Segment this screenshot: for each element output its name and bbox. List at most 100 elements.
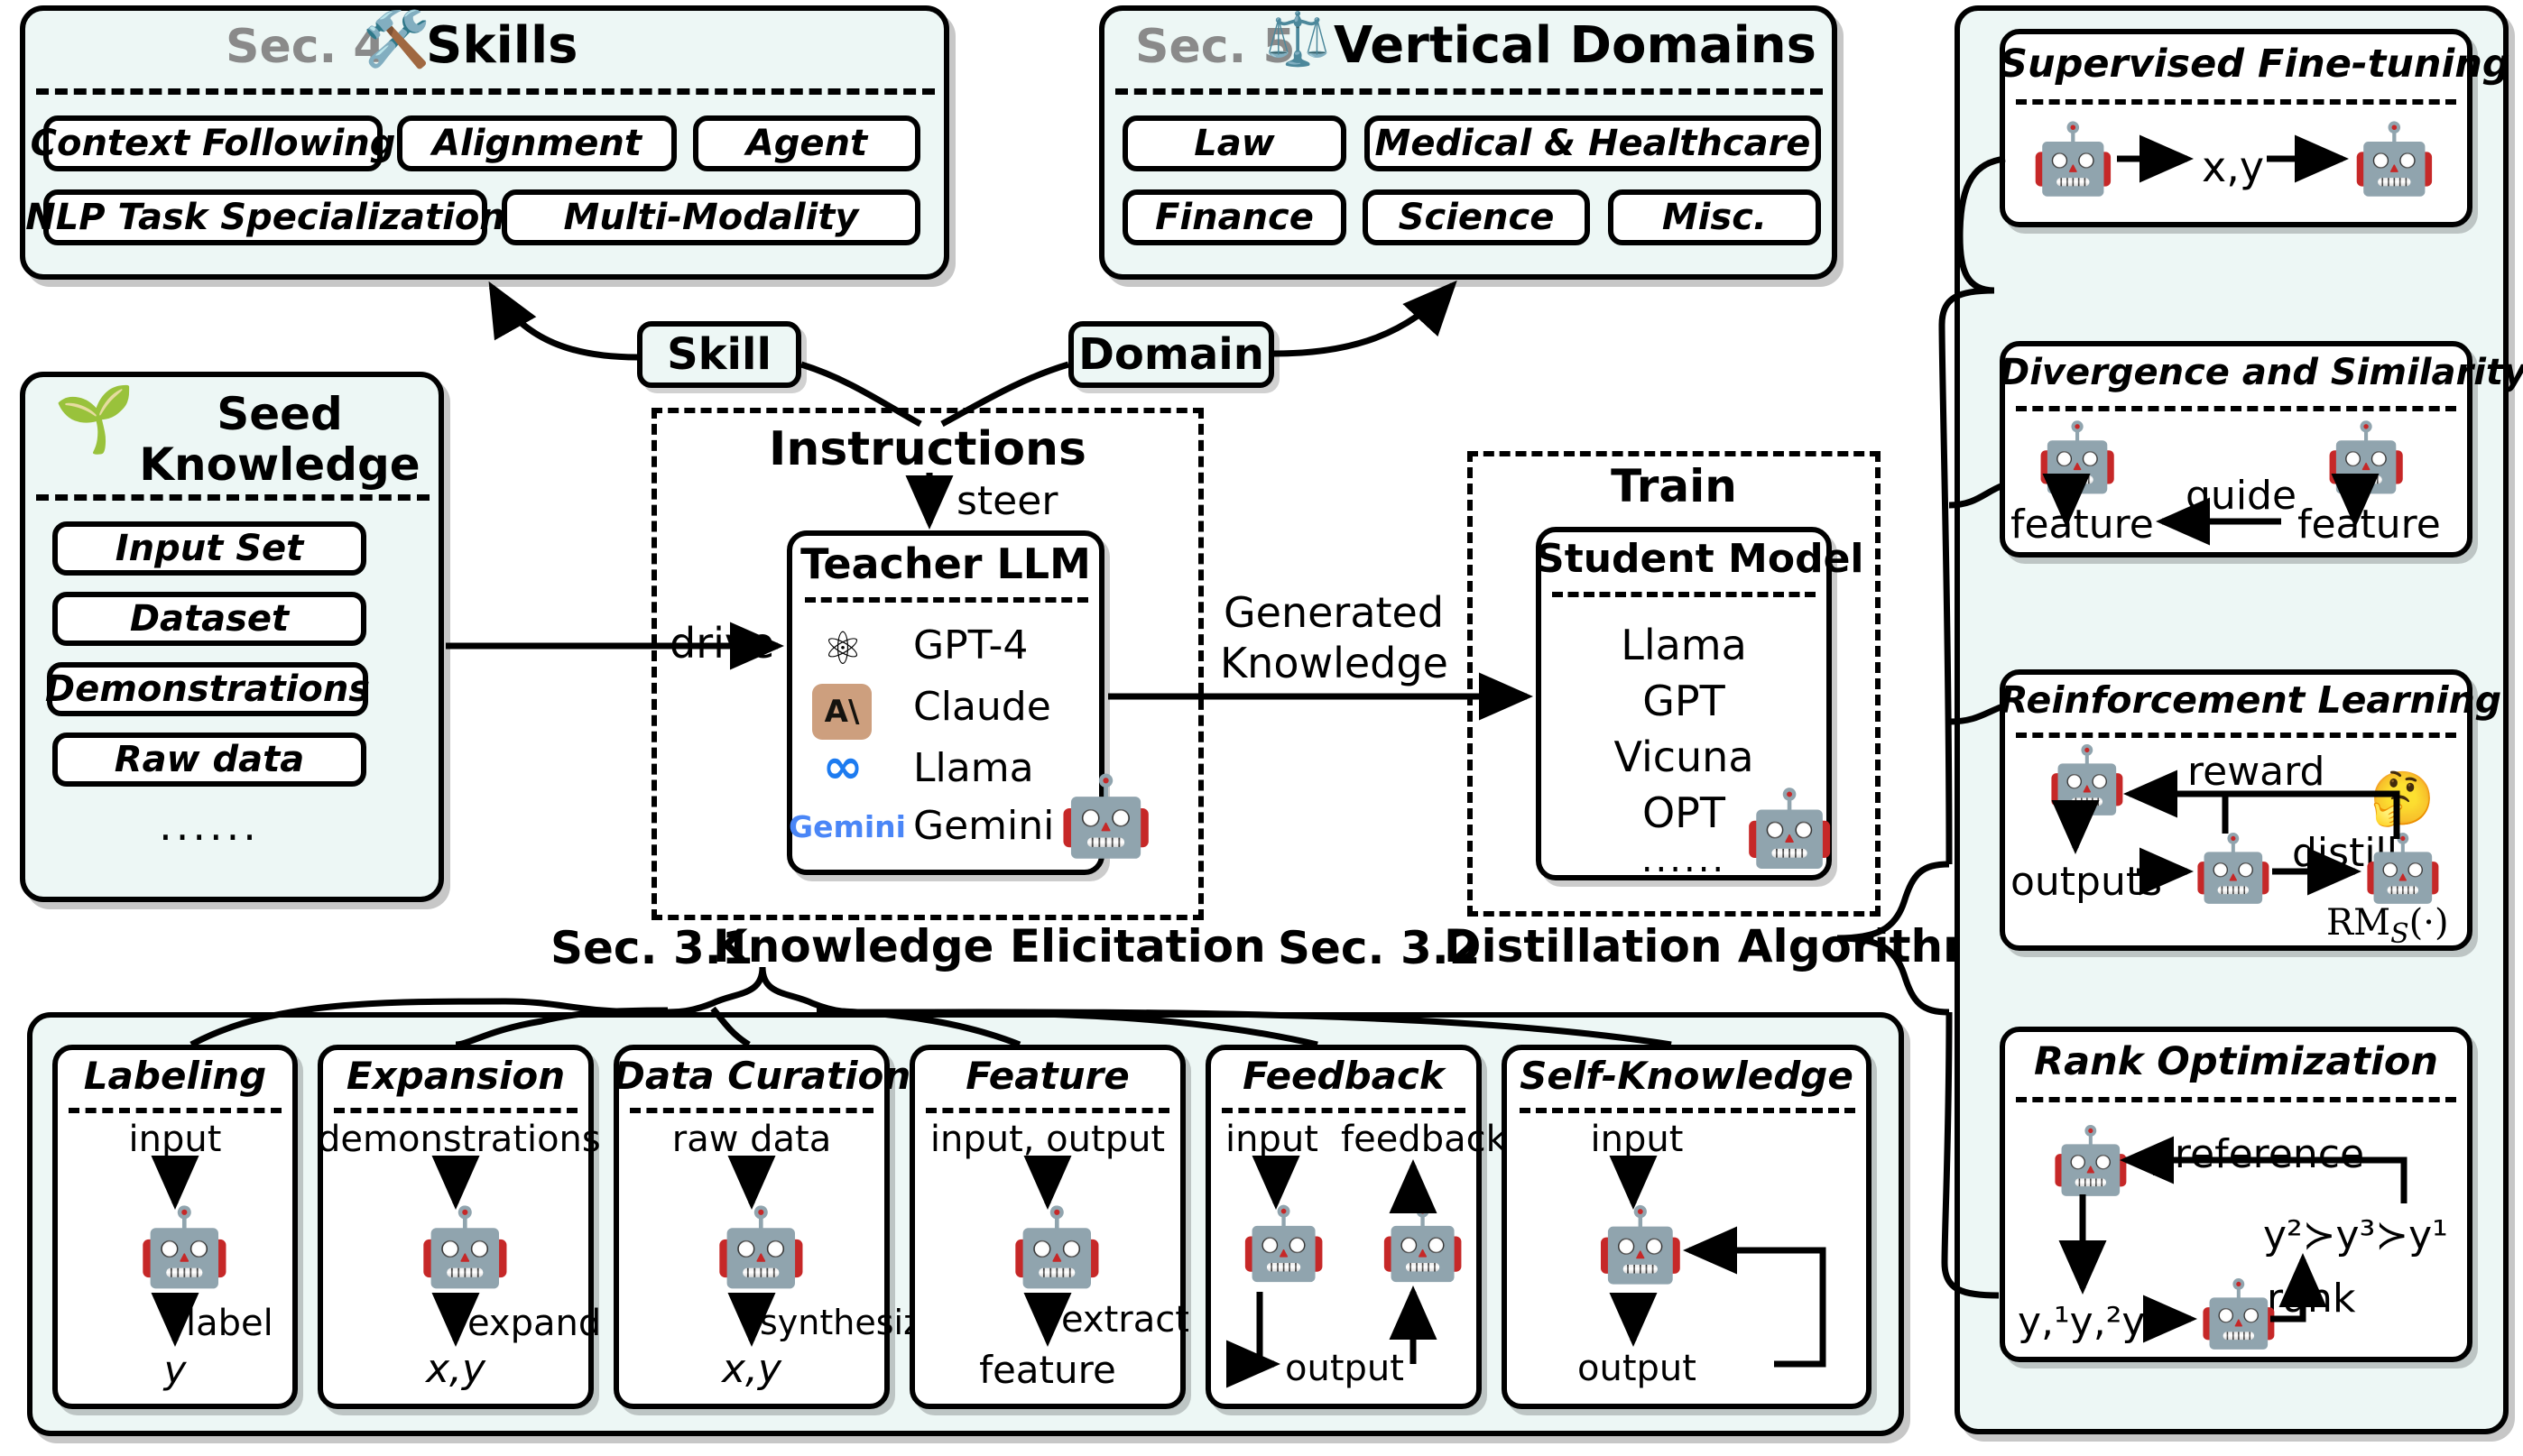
arrow-domain-to-domains: [1273, 280, 1457, 357]
rm-subscript: S: [2390, 918, 2409, 950]
skill-item-nlp-task-specialization[interactable]: NLP Task Specialization: [25, 189, 505, 245]
meta-logo: ∞: [822, 737, 864, 795]
skills-title: Skills: [426, 16, 578, 75]
algo-label-sft-xy: x,y: [2202, 143, 2265, 191]
skill-item-context-following[interactable]: Context Following: [31, 115, 395, 171]
robot-icon: 🤖: [1379, 1203, 1467, 1285]
seed-item-raw-data[interactable]: Raw data: [52, 733, 366, 787]
algo-title-reinforcement-learning: Reinforcement Learning: [2000, 678, 2502, 722]
domains-title: Vertical Domains: [1334, 16, 1817, 75]
student-robot-icon: 🤖: [2362, 830, 2444, 906]
anthropic-logo: A\: [812, 684, 872, 740]
method-divider-labeling: [69, 1108, 282, 1113]
seed-item-demonstrations[interactable]: Demonstrations: [45, 662, 370, 716]
method-output-data-curation: x,y: [721, 1346, 782, 1392]
robot-icon: 🤖: [137, 1203, 232, 1291]
method-output-labeling: y: [163, 1348, 187, 1392]
student-robot-icon: 🤖: [1595, 1203, 1686, 1286]
drive-label: drive: [670, 619, 775, 668]
rm-text: RM: [2326, 902, 2391, 944]
robot-icon: 🤖: [2030, 118, 2116, 198]
method-output-feature: feature: [979, 1348, 1116, 1392]
seedling-icon: 🌱: [54, 381, 135, 456]
method-title-labeling: Labeling: [83, 1054, 267, 1098]
seed-title-line2: Knowledge: [139, 438, 420, 491]
domain-item-law[interactable]: Law: [1123, 115, 1346, 171]
method-input-feedback: input: [1225, 1119, 1318, 1160]
algo-title-rank-optimization: Rank Optimization: [2034, 1039, 2438, 1084]
skill-tag[interactable]: Skill: [637, 321, 801, 388]
method-title-expansion: Expansion: [346, 1054, 566, 1098]
domain-item-science[interactable]: Science: [1363, 189, 1590, 245]
method-op-feature: extract: [1061, 1299, 1189, 1341]
judge-gavel-icon: ⚖️: [1265, 8, 1331, 69]
generated-knowledge-line1: Generated: [1224, 588, 1445, 637]
student-item-vicuna: Vicuna: [1613, 733, 1754, 781]
algo-title-supervised-fine-tuning: Supervised Fine-tuning: [2000, 41, 2510, 87]
domain-item-finance[interactable]: Finance: [1123, 189, 1346, 245]
method-input-labeling: input: [128, 1119, 222, 1160]
method-op-expansion: expand: [467, 1303, 602, 1344]
method-input-data-curation: raw data: [671, 1119, 832, 1160]
skills-section-number: Sec. 4: [226, 20, 386, 74]
teacher-model-claude: Claude: [913, 684, 1051, 730]
method-divider-feature: [926, 1108, 1169, 1113]
method-input-expansion: demonstrations: [318, 1119, 601, 1160]
robot-icon: 🤖: [2324, 419, 2408, 496]
robot-icon: 🤖: [2193, 830, 2274, 906]
student-robot-icon: 🤖: [2352, 118, 2437, 198]
algo-divider-rank: [2016, 1097, 2456, 1102]
teacher-llm-title: Teacher LLM: [800, 539, 1091, 588]
seed-item-dataset[interactable]: Dataset: [52, 592, 366, 646]
algo-divider-divergence: [2016, 406, 2456, 411]
student-model-title: Student Model: [1536, 536, 1864, 582]
method-input-self-knowledge: input: [1590, 1119, 1684, 1160]
thinking-face-icon: 🤔: [2370, 768, 2435, 829]
generated-knowledge-line2: Knowledge: [1220, 639, 1448, 687]
algo-label-rl-reward-model: RMS(·): [2326, 902, 2449, 950]
seed-item-input-set[interactable]: Input Set: [52, 521, 366, 576]
method-title-data-curation: Data Curation: [614, 1054, 911, 1098]
method-divider-expansion: [334, 1108, 578, 1113]
method-input-feature: input, output: [929, 1119, 1166, 1160]
robot-icon: 🤖: [1010, 1203, 1104, 1291]
instructions-label: Instructions: [768, 422, 1087, 476]
elicitation-title: Knowledge Elicitation: [713, 920, 1266, 972]
seed-ellipsis: ......: [159, 801, 260, 850]
skill-item-alignment[interactable]: Alignment: [397, 115, 677, 171]
skill-item-agent[interactable]: Agent: [693, 115, 920, 171]
method-title-feature: Feature: [966, 1054, 1130, 1098]
gemini-logo: Gemini: [789, 808, 906, 844]
robot-icon: 🤖: [418, 1203, 513, 1291]
student-model-divider: [1552, 592, 1816, 597]
rm-argument: (·): [2408, 902, 2449, 944]
algo-label-rl-reward: reward: [2187, 749, 2325, 795]
method-divider-data-curation: [630, 1108, 873, 1113]
skill-item-multi-modality[interactable]: Multi-Modality: [502, 189, 920, 245]
algo-label-rl-outputs: outputs: [2010, 859, 2163, 905]
seed-divider: [36, 494, 430, 501]
method-op-labeling: label: [186, 1303, 273, 1344]
method-output-expansion: x,y: [425, 1346, 486, 1392]
teacher-llm-divider: [805, 597, 1088, 603]
hammer-and-wrench-icon: 🛠️: [363, 8, 430, 71]
method-feedback-label: feedback: [1341, 1119, 1507, 1160]
method-output-feedback: output: [1285, 1348, 1404, 1389]
student-robot-icon: 🤖: [2036, 419, 2120, 496]
student-item-llama: Llama: [1621, 621, 1747, 669]
domain-item-misc[interactable]: Misc.: [1608, 189, 1821, 245]
algo-label-divergence-feature-teacher: feature: [2297, 502, 2441, 548]
method-title-feedback: Feedback: [1243, 1054, 1445, 1098]
diagram-canvas: Sec. 4 🛠️ Skills Context Following Align…: [0, 0, 2523, 1456]
method-divider-feedback: [1222, 1108, 1465, 1113]
skills-divider: [36, 88, 935, 95]
domain-tag[interactable]: Domain: [1068, 321, 1274, 388]
algo-label-divergence-guide: guide: [2186, 473, 2297, 519]
algo-label-rank-preference: preference: [2149, 1131, 2365, 1177]
student-robot-icon: 🤖: [2047, 742, 2128, 817]
teacher-model-llama: Llama: [913, 745, 1034, 791]
algo-title-divergence-similarity: Divergence and Similarity: [2000, 352, 2523, 393]
brace-elicitation-right: [759, 966, 878, 1016]
domain-item-medical-healthcare[interactable]: Medical & Healthcare: [1364, 115, 1821, 171]
method-output-self-knowledge: output: [1577, 1348, 1696, 1389]
